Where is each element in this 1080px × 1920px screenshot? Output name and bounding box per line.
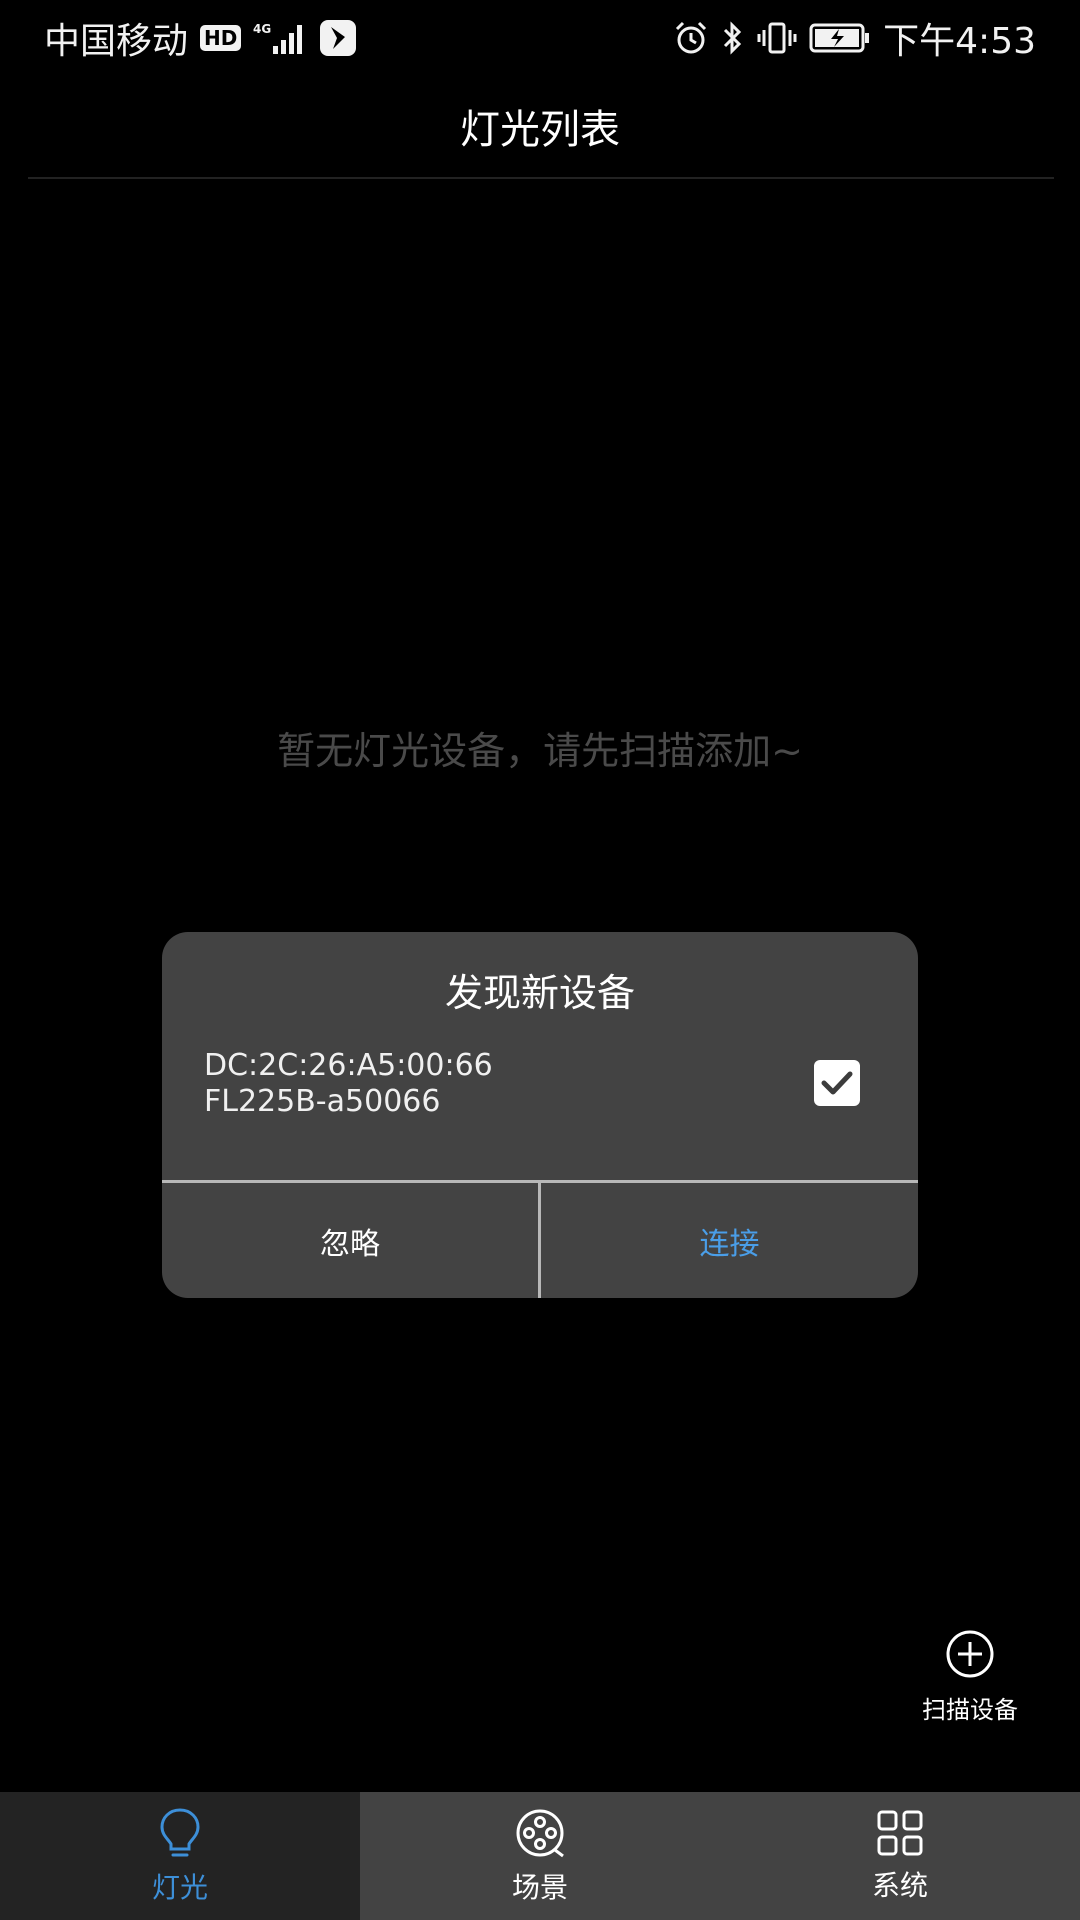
signal-icon: 4G	[253, 20, 307, 56]
device-mac: DC:2C:26:A5:00:66	[204, 1048, 493, 1083]
status-right: 下午4:53	[673, 12, 1036, 64]
app-notification-icon	[319, 19, 357, 57]
status-left: 中国移动 HD 4G	[44, 12, 357, 64]
device-info: DC:2C:26:A5:00:66 FL225B-a50066	[204, 1048, 493, 1120]
device-checkbox[interactable]	[814, 1060, 860, 1106]
checkmark-icon	[821, 1071, 853, 1095]
vibrate-icon	[757, 20, 797, 56]
tab-light[interactable]: 灯光	[0, 1792, 360, 1920]
header: 灯光列表	[0, 76, 1080, 176]
carrier-name: 中国移动	[44, 21, 189, 62]
connect-button[interactable]: 连接	[541, 1183, 918, 1298]
add-circle-icon	[946, 1630, 994, 1678]
ignore-button[interactable]: 忽略	[162, 1183, 538, 1298]
header-divider	[28, 177, 1054, 179]
device-name: FL225B-a50066	[204, 1084, 441, 1119]
tab-light-label: 灯光	[151, 1871, 208, 1904]
battery-charging-icon	[809, 20, 871, 56]
bottom-nav: 灯光 场景 系统	[0, 1792, 1080, 1920]
alarm-icon	[673, 20, 709, 56]
page-title: 灯光列表	[460, 107, 620, 153]
scan-device-button[interactable]: 扫描设备	[910, 1628, 1030, 1725]
bulb-icon	[160, 1808, 200, 1857]
tab-scene-label: 场景	[511, 1871, 568, 1904]
status-bar: 中国移动 HD 4G 下午4:53	[0, 0, 1080, 76]
film-reel-icon	[516, 1809, 564, 1858]
bluetooth-icon	[721, 20, 745, 56]
tab-system[interactable]: 系统	[720, 1792, 1080, 1920]
network-type-label: 4G	[253, 22, 271, 36]
status-time: 下午4:53	[883, 21, 1036, 62]
new-device-dialog: 发现新设备 DC:2C:26:A5:00:66 FL225B-a50066 忽略…	[162, 932, 918, 1298]
dialog-title: 发现新设备	[444, 971, 635, 1015]
grid-icon	[877, 1810, 923, 1856]
scan-device-label: 扫描设备	[922, 1696, 1018, 1724]
empty-state-message: 暂无灯光设备，请先扫描添加~	[277, 729, 803, 773]
hd-badge: HD	[200, 25, 242, 51]
tab-system-label: 系统	[871, 1869, 928, 1902]
screen: 中国移动 HD 4G 下午4:53 灯光列表 暂无灯光设备，请先扫描添加~ 发现…	[0, 0, 1080, 1920]
tab-scene[interactable]: 场景	[360, 1792, 720, 1920]
